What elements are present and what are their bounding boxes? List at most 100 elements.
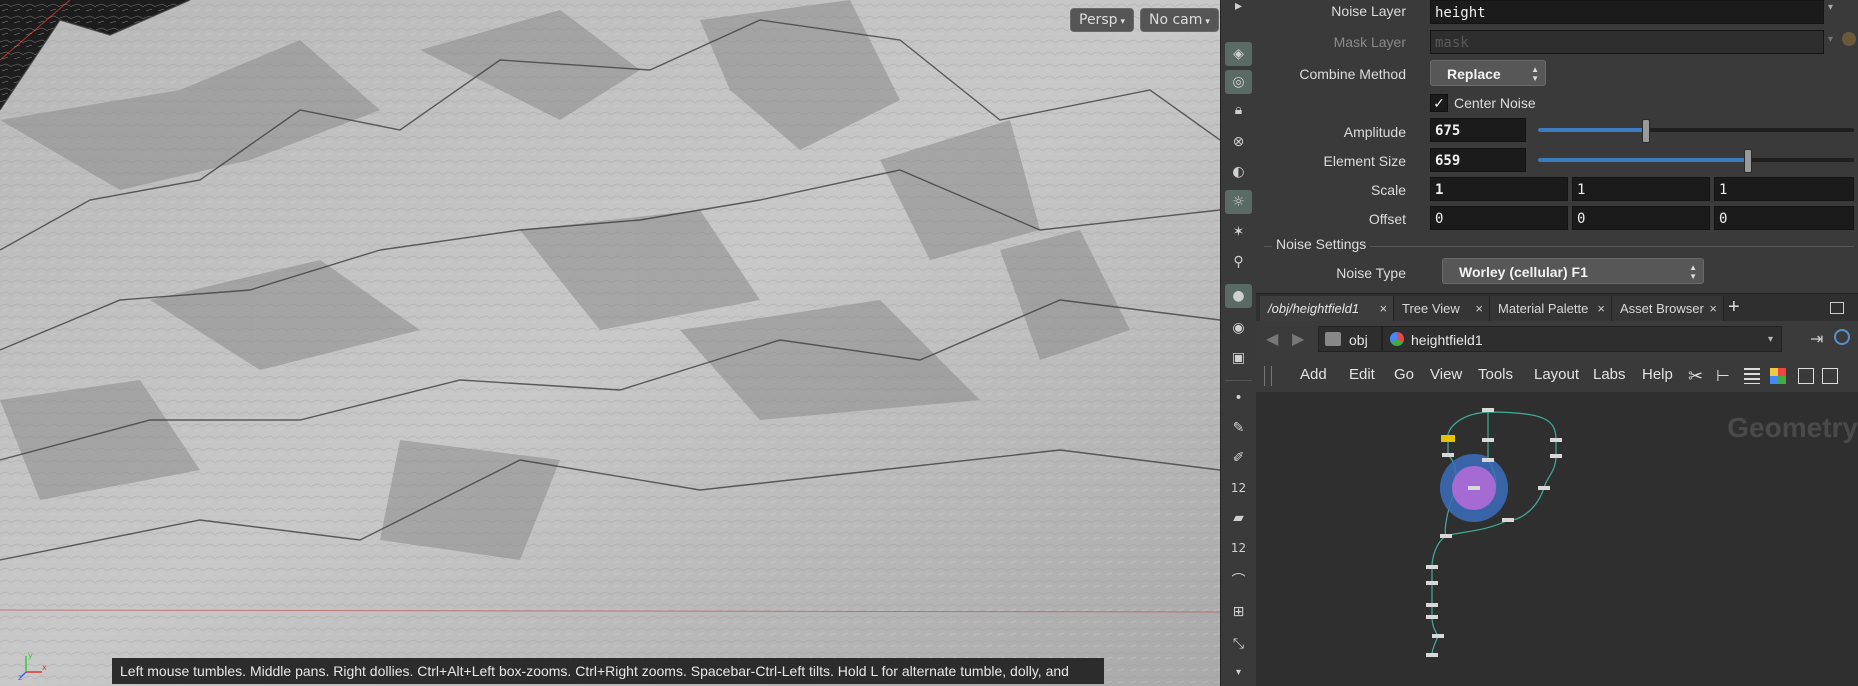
graph-node[interactable] xyxy=(1550,438,1562,442)
back-arrow-icon[interactable]: ◀ xyxy=(1266,329,1278,349)
close-circle-icon[interactable]: ⊗ xyxy=(1225,130,1252,154)
graph-node[interactable] xyxy=(1468,486,1480,490)
point-icon[interactable]: • xyxy=(1225,386,1252,410)
close-icon[interactable]: × xyxy=(1379,296,1387,322)
number-icon-label: 12 xyxy=(1230,481,1247,495)
toolbar-scroll-down-icon[interactable]: ▾ xyxy=(1225,664,1252,680)
menu-add[interactable]: Add xyxy=(1300,366,1327,383)
pin-icon[interactable]: ✐ xyxy=(1225,446,1252,470)
network-menu-bar: Add Edit Go View Tools Layout Labs Help … xyxy=(1256,360,1858,392)
amplitude-slider-handle[interactable] xyxy=(1642,119,1651,143)
transform-icon[interactable]: ⊞ xyxy=(1225,600,1252,624)
scale-y-field[interactable]: 1 xyxy=(1572,177,1710,201)
light-bulb-icon[interactable]: ☼ xyxy=(1225,190,1252,214)
maximize-pane-icon[interactable] xyxy=(1830,302,1844,314)
wrench-icon[interactable]: ✂ xyxy=(1688,366,1703,387)
pin-pane-icon[interactable]: ⇥ xyxy=(1810,329,1823,349)
menu-edit[interactable]: Edit xyxy=(1349,366,1375,383)
layout-view-icon[interactable] xyxy=(1822,368,1838,384)
forward-arrow-icon[interactable]: ▶ xyxy=(1292,329,1304,349)
tab-network[interactable]: /obj/heightfield1 × xyxy=(1260,296,1394,322)
menu-view[interactable]: View xyxy=(1430,366,1462,383)
menu-layout[interactable]: Layout xyxy=(1534,366,1579,383)
stamp-icon[interactable]: ▰ xyxy=(1225,506,1252,530)
element-size-slider-handle[interactable] xyxy=(1743,149,1752,173)
perspective-label: Persp xyxy=(1079,12,1118,28)
element-size-slider[interactable] xyxy=(1538,149,1854,173)
path-node[interactable]: heightfield1 ▾ xyxy=(1382,326,1782,352)
headlight-icon[interactable]: ◐ xyxy=(1225,160,1252,184)
menu-tools[interactable]: Tools xyxy=(1478,366,1513,383)
tree-layout-icon[interactable]: ⊢ xyxy=(1716,366,1730,386)
toolbar-menu-arrow-icon[interactable]: ▸ xyxy=(1225,0,1252,14)
close-icon[interactable]: × xyxy=(1597,296,1605,322)
graph-node[interactable] xyxy=(1426,581,1438,585)
brush-icon[interactable]: ✎ xyxy=(1225,416,1252,440)
parameter-editor: Noise Layer height ▾ Mask Layer mask ▾ C… xyxy=(1256,0,1858,288)
graph-node[interactable] xyxy=(1482,408,1494,412)
scale-z-field[interactable]: 1 xyxy=(1714,177,1854,201)
link-pane-icon[interactable] xyxy=(1834,329,1850,345)
mask-layer-jump-icon[interactable] xyxy=(1842,32,1856,46)
tab-material-palette[interactable]: Material Palette × xyxy=(1490,296,1612,322)
graph-node[interactable] xyxy=(1426,603,1438,607)
add-tab-icon[interactable]: + xyxy=(1728,296,1740,319)
list-view-icon[interactable] xyxy=(1744,368,1760,384)
number-icon[interactable]: 12 xyxy=(1225,536,1252,560)
graph-node[interactable] xyxy=(1432,634,1444,638)
combine-method-menu[interactable]: Replace ▲ ▼ xyxy=(1430,60,1546,86)
display-options-icon[interactable]: ◈ xyxy=(1225,42,1252,66)
graph-node[interactable] xyxy=(1440,534,1452,538)
path-obj[interactable]: obj xyxy=(1318,326,1382,352)
graph-node[interactable] xyxy=(1442,453,1454,457)
camera-icon[interactable]: ▣ xyxy=(1225,346,1252,370)
offset-z-field[interactable]: 0 xyxy=(1714,206,1854,230)
menu-help[interactable]: Help xyxy=(1642,366,1673,383)
3d-viewport[interactable]: Persp ▾ No cam ▾ x y z Left mouse tumbles.… xyxy=(0,0,1220,686)
handle-icon[interactable]: ⤡ xyxy=(1225,632,1252,656)
grid-view-icon[interactable] xyxy=(1798,368,1814,384)
graph-node[interactable] xyxy=(1538,486,1550,490)
offset-x-field[interactable]: 0 xyxy=(1430,206,1568,230)
point-light-icon[interactable]: ✶ xyxy=(1225,220,1252,244)
eye-camera-icon[interactable]: ◉ xyxy=(1225,316,1252,340)
tab-asset-browser[interactable]: Asset Browser × xyxy=(1612,296,1724,322)
number-icon[interactable]: 12 xyxy=(1225,476,1252,500)
mask-layer-field[interactable]: mask xyxy=(1430,30,1824,54)
graph-node[interactable] xyxy=(1426,565,1438,569)
close-icon[interactable]: × xyxy=(1475,296,1483,322)
close-icon[interactable]: × xyxy=(1709,296,1717,322)
geometry-node-icon xyxy=(1390,332,1404,346)
curve-icon[interactable]: ⌒ xyxy=(1225,568,1252,592)
graph-node[interactable] xyxy=(1482,458,1494,462)
camera-menu[interactable]: No cam ▾ xyxy=(1140,8,1219,32)
graph-node[interactable] xyxy=(1502,518,1514,522)
noise-type-value: Worley (cellular) F1 xyxy=(1459,264,1588,280)
tab-tree-view[interactable]: Tree View × xyxy=(1394,296,1490,322)
spot-light-icon[interactable]: ⚲ xyxy=(1225,250,1252,274)
noise-layer-field[interactable]: height xyxy=(1430,0,1824,24)
menu-go[interactable]: Go xyxy=(1394,366,1414,383)
center-noise-checkbox[interactable]: ✓ xyxy=(1430,94,1448,112)
perspective-view-menu[interactable]: Persp ▾ xyxy=(1070,8,1135,32)
graph-node-selected[interactable] xyxy=(1441,435,1455,442)
menu-grip-icon[interactable] xyxy=(1264,366,1272,386)
ghost-icon[interactable]: ◎ xyxy=(1225,70,1252,94)
render-sphere-icon[interactable]: ● xyxy=(1225,284,1252,308)
noise-type-menu[interactable]: Worley (cellular) F1 ▲ ▼ xyxy=(1442,258,1704,284)
amplitude-field[interactable]: 675 xyxy=(1430,118,1526,142)
lock-icon[interactable]: 🔒︎ xyxy=(1225,98,1252,122)
scale-x-field[interactable]: 1 xyxy=(1430,177,1568,201)
graph-node[interactable] xyxy=(1426,615,1438,619)
color-palette-icon[interactable] xyxy=(1770,368,1786,384)
element-size-field[interactable]: 659 xyxy=(1430,148,1526,172)
noise-layer-menu-icon[interactable]: ▾ xyxy=(1828,2,1833,13)
mask-layer-menu-icon[interactable]: ▾ xyxy=(1828,34,1833,45)
graph-node[interactable] xyxy=(1426,653,1438,657)
menu-labs[interactable]: Labs xyxy=(1593,366,1626,383)
amplitude-slider[interactable] xyxy=(1538,119,1854,143)
graph-node[interactable] xyxy=(1482,438,1494,442)
network-editor[interactable]: Geometry xyxy=(1256,392,1858,686)
offset-y-field[interactable]: 0 xyxy=(1572,206,1710,230)
graph-node[interactable] xyxy=(1550,454,1562,458)
